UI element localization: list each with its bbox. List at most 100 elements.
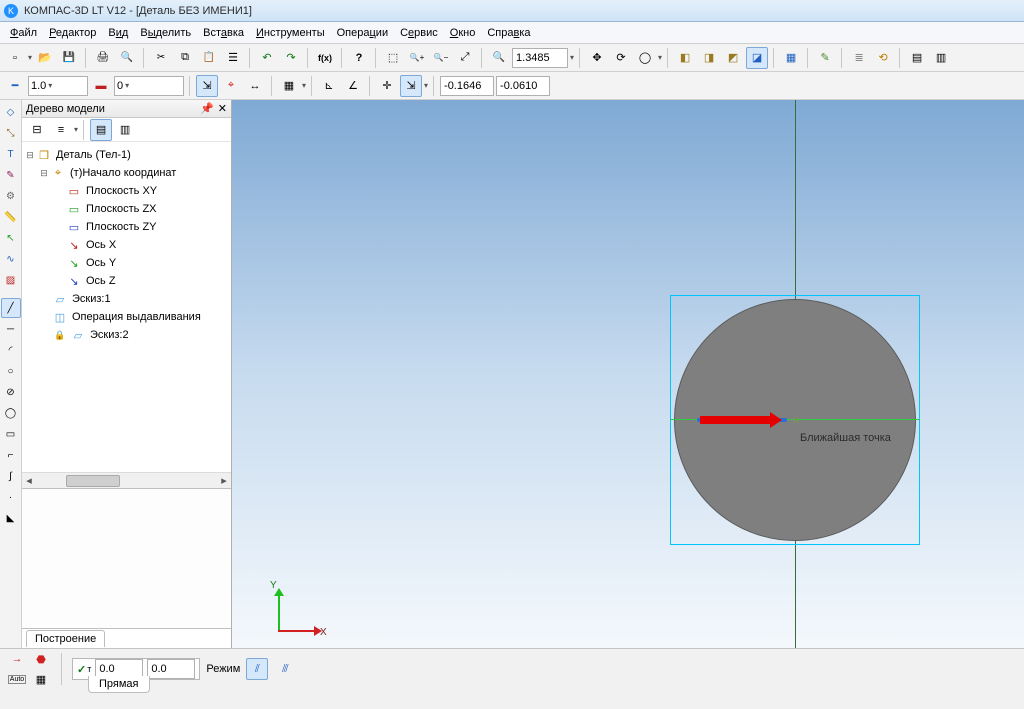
- tree-root[interactable]: ⊟ Деталь (Тел-1): [24, 146, 229, 164]
- local-cs-button[interactable]: [376, 75, 398, 97]
- new-button[interactable]: [4, 47, 26, 69]
- layer-dropdown[interactable]: 0▾: [114, 76, 184, 96]
- viewport[interactable]: Ближайшая точка ✕ X Y: [232, 100, 1024, 648]
- help-button[interactable]: [348, 47, 370, 69]
- tool-text[interactable]: T: [1, 144, 21, 164]
- tree-axis-z[interactable]: Ось Z: [24, 272, 229, 290]
- menu-view[interactable]: Вид: [104, 25, 132, 41]
- cursor-y-input[interactable]: [496, 76, 550, 96]
- tool-polyline[interactable]: ⌐: [1, 445, 21, 465]
- variables-button[interactable]: [314, 47, 336, 69]
- tree-body[interactable]: ⊟ Деталь (Тел-1) ⊟ ⌖ (т)Начало координат…: [22, 142, 231, 472]
- grid-button[interactable]: [278, 75, 300, 97]
- dim-constraint-button[interactable]: [244, 75, 266, 97]
- ortho-button[interactable]: [318, 75, 340, 97]
- tile-horiz-button[interactable]: [906, 47, 928, 69]
- linestyle-button[interactable]: ━: [4, 75, 26, 97]
- tree-view-b-button[interactable]: ▥: [114, 119, 136, 141]
- print-button[interactable]: [92, 47, 114, 69]
- lineweight-dropdown[interactable]: 1.0▾: [28, 76, 88, 96]
- apply-button[interactable]: [6, 650, 28, 668]
- cursor-x-input[interactable]: [440, 76, 494, 96]
- menu-file[interactable]: ФФайлайл: [6, 25, 41, 41]
- tool-select[interactable]: ↖: [1, 228, 21, 248]
- tool-arc[interactable]: ◜: [1, 340, 21, 360]
- pan-button[interactable]: [586, 47, 608, 69]
- rotate-view-button[interactable]: [610, 47, 632, 69]
- tree-tab-build[interactable]: Построение: [26, 630, 105, 647]
- open-button[interactable]: [34, 47, 56, 69]
- tree-plane-zx[interactable]: Плоскость ZX: [24, 200, 229, 218]
- undo-button[interactable]: [256, 47, 278, 69]
- property-tab-line[interactable]: Прямая: [88, 676, 150, 693]
- stop-button[interactable]: [30, 650, 52, 668]
- orbit-button[interactable]: [634, 47, 656, 69]
- mode-segment-button[interactable]: [274, 658, 296, 680]
- sketch-button[interactable]: [814, 47, 836, 69]
- tool-tangent[interactable]: ⊘: [1, 382, 21, 402]
- xy-check-icon[interactable]: т: [77, 663, 91, 676]
- properties-button[interactable]: [222, 47, 244, 69]
- list-mode-button[interactable]: [50, 119, 72, 141]
- tool-edit[interactable]: ✎: [1, 165, 21, 185]
- print-preview-button[interactable]: [116, 47, 138, 69]
- hidden-lines-button[interactable]: [698, 47, 720, 69]
- pin-icon[interactable]: 📌: [200, 102, 214, 115]
- tool-circle[interactable]: ○: [1, 361, 21, 381]
- tool-line[interactable]: ╱: [1, 298, 21, 318]
- menu-operations[interactable]: Операции: [333, 25, 392, 41]
- layer-color-button[interactable]: ▬: [90, 75, 112, 97]
- tree-origin[interactable]: ⊟ ⌖ (т)Начало координат: [24, 164, 229, 182]
- tree-sketch1[interactable]: Эскиз:1: [24, 290, 229, 308]
- tree-axis-x[interactable]: Ось X: [24, 236, 229, 254]
- zoom-button[interactable]: [488, 47, 510, 69]
- coord-mode-button[interactable]: [196, 75, 218, 97]
- menu-editor[interactable]: Редактор: [45, 25, 100, 41]
- tool-params[interactable]: ⚙: [1, 186, 21, 206]
- tool-hatch[interactable]: ▨: [1, 270, 21, 290]
- zoom-fit-button[interactable]: [454, 47, 476, 69]
- zoom-in-button[interactable]: [406, 47, 428, 69]
- hidden-removed-button[interactable]: [722, 47, 744, 69]
- redo-button[interactable]: [280, 47, 302, 69]
- menu-tools[interactable]: Инструменты: [252, 25, 329, 41]
- tool-geometry[interactable]: ◇: [1, 102, 21, 122]
- angle-snap-button[interactable]: [342, 75, 364, 97]
- save-button[interactable]: [58, 47, 80, 69]
- tree-hscroll[interactable]: ◂▸: [22, 472, 231, 488]
- tree-extrude[interactable]: Операция выдавливания: [24, 308, 229, 326]
- menu-service[interactable]: Сервис: [396, 25, 442, 41]
- mode-line-button[interactable]: [246, 658, 268, 680]
- paste-button[interactable]: [198, 47, 220, 69]
- tool-bezier[interactable]: ∫: [1, 466, 21, 486]
- global-cs-button[interactable]: [400, 75, 422, 97]
- close-tree-button[interactable]: ✕: [218, 102, 227, 115]
- shaded-button[interactable]: [746, 47, 768, 69]
- menu-select[interactable]: Выделить: [136, 25, 195, 41]
- tree-mode-button[interactable]: [26, 119, 48, 141]
- zoom-area-button[interactable]: [382, 47, 404, 69]
- tool-ellipse[interactable]: ◯: [1, 403, 21, 423]
- tree-plane-xy[interactable]: Плоскость XY: [24, 182, 229, 200]
- tool-hline[interactable]: ─: [1, 319, 21, 339]
- perspective-button[interactable]: [780, 47, 802, 69]
- tree-view-a-button[interactable]: ▤: [90, 119, 112, 141]
- copy-button[interactable]: [174, 47, 196, 69]
- tool-rect[interactable]: ▭: [1, 424, 21, 444]
- tool-dimensions[interactable]: ⤡: [1, 123, 21, 143]
- tile-vert-button[interactable]: [930, 47, 952, 69]
- tree-plane-zy[interactable]: Плоскость ZY: [24, 218, 229, 236]
- wireframe-button[interactable]: [674, 47, 696, 69]
- cut-button[interactable]: [150, 47, 172, 69]
- auto-create-button[interactable]: [6, 670, 28, 688]
- tool-measure[interactable]: 📏: [1, 207, 21, 227]
- menu-insert[interactable]: Вставка: [199, 25, 248, 41]
- menu-window[interactable]: Окно: [446, 25, 480, 41]
- snap-button[interactable]: [220, 75, 242, 97]
- rebuild-button[interactable]: ⟲: [872, 47, 894, 69]
- zoom-out-button[interactable]: [430, 47, 452, 69]
- point-y-input[interactable]: [147, 659, 195, 679]
- tool-point[interactable]: ·: [1, 487, 21, 507]
- tree-axis-y[interactable]: Ось Y: [24, 254, 229, 272]
- tool-chamfer[interactable]: ◣: [1, 508, 21, 528]
